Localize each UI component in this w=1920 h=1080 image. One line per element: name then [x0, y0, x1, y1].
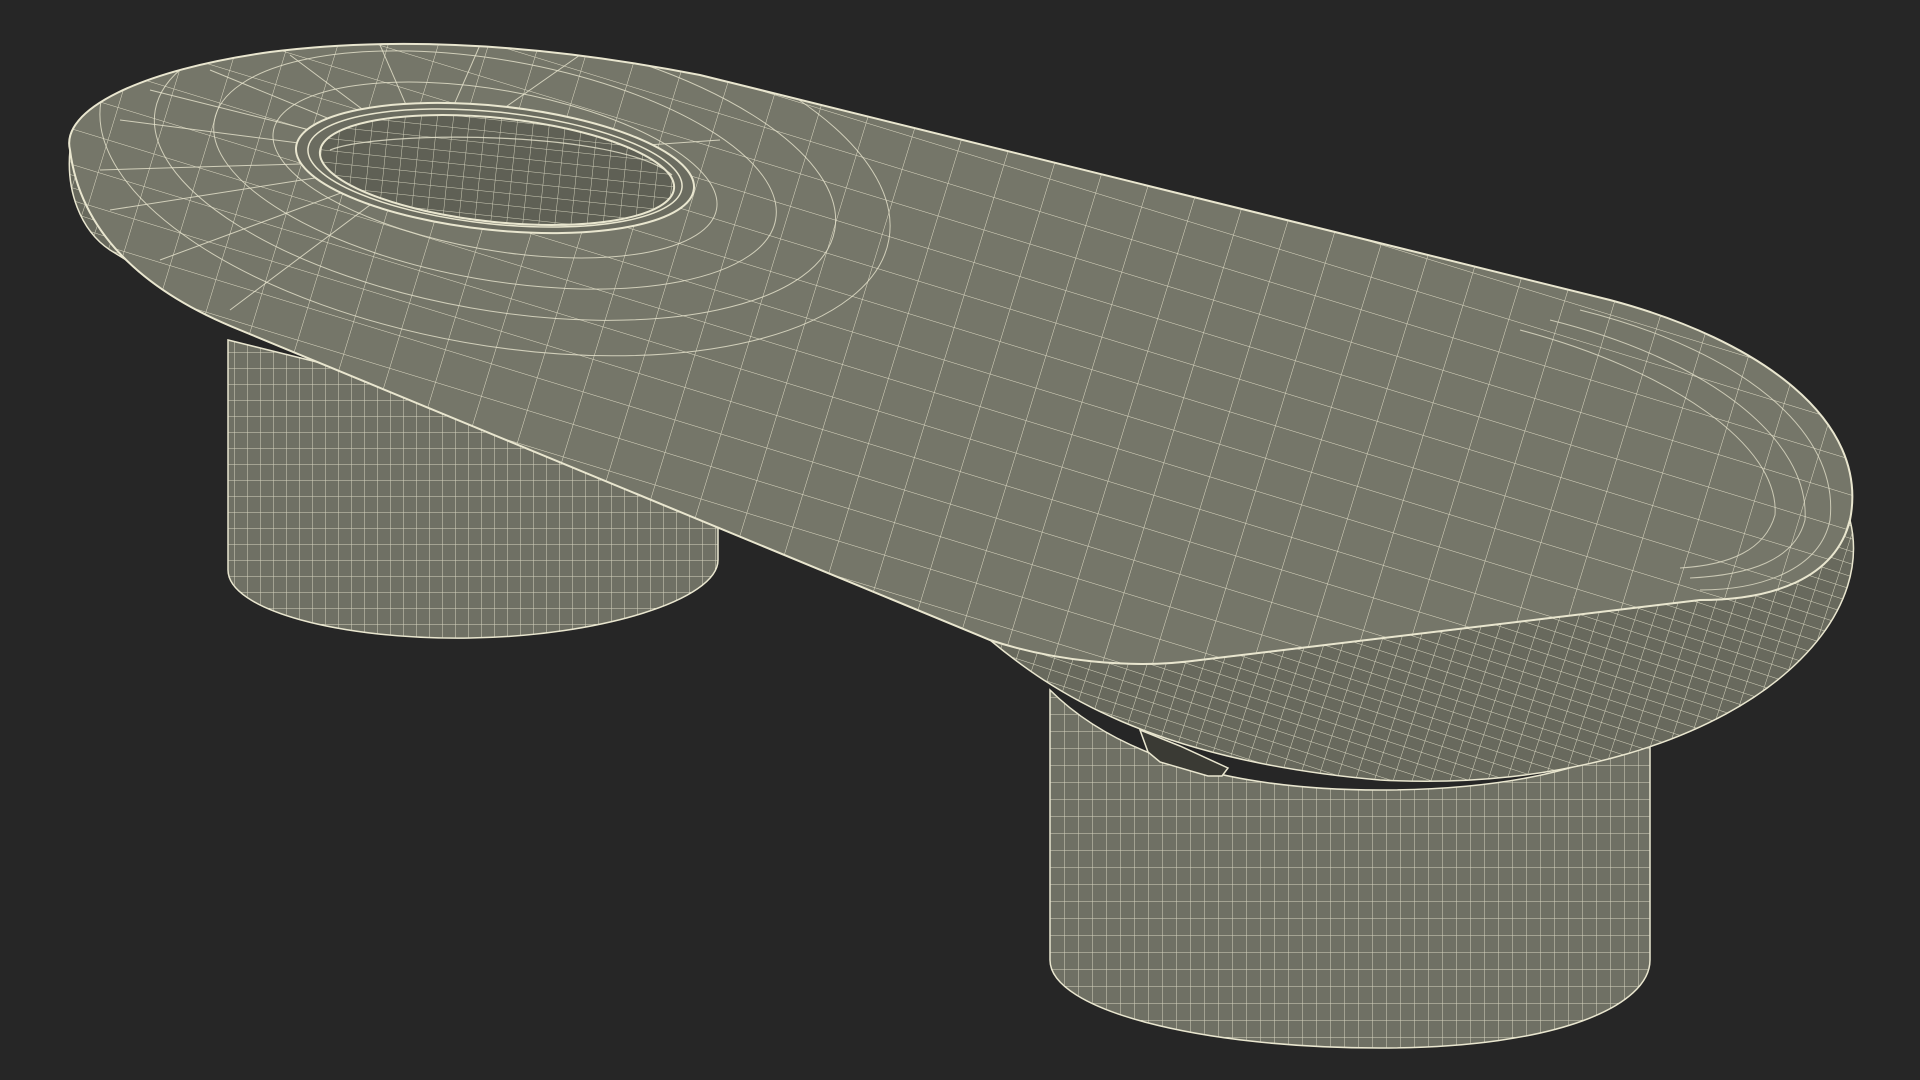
bench-wireframe-render: [68, 42, 1855, 1049]
render-viewport[interactable]: [0, 0, 1920, 1080]
